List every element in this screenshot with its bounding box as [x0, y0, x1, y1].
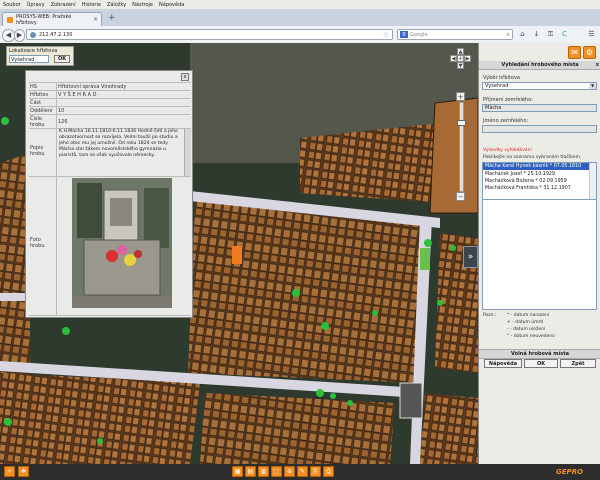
add-icon[interactable]: + — [4, 466, 15, 477]
cemetery-locator-select[interactable]: Vyšehrad — [9, 55, 49, 63]
chevron-down-icon: ▼ — [589, 83, 596, 89]
legend-item: * - datum narození — [507, 313, 550, 318]
cemetery-locator-label: Lokalizace hřbitova — [9, 48, 58, 54]
tool-2-icon[interactable]: ▤ — [245, 466, 256, 477]
search-input[interactable]: Google — [410, 32, 507, 38]
reload-icon[interactable]: C — [560, 30, 569, 39]
url-bar[interactable]: 212.47.2.130 ☆ — [26, 29, 393, 40]
menu-historie[interactable]: Historie — [79, 2, 104, 8]
google-icon: g — [400, 31, 408, 38]
pan-center-button[interactable]: ✛ — [457, 55, 464, 62]
panel-tool-icon[interactable]: ✉ — [568, 46, 581, 59]
result-item[interactable]: Macháčková Františka * 31.12.1907 — [483, 185, 590, 192]
tool-7-icon[interactable]: ⎘ — [310, 466, 321, 477]
panel-toggle-button[interactable]: » — [463, 246, 478, 268]
forward-button[interactable]: ▶ — [14, 29, 25, 42]
surname-field[interactable]: Mácha — [482, 104, 597, 112]
grave-info-popup: x HS Hřbitovní správa Vinohrady Hřbitov … — [25, 70, 193, 318]
tab-prosys[interactable]: PROSYS-WEB: Pražské hřbitovy × — [2, 12, 102, 26]
info-key: Číslo hrobu — [30, 116, 45, 128]
new-tab-button[interactable]: + — [108, 14, 116, 23]
info-row-popis: Popis hrobu K.H.Mácha 16.11.1810-6.11.18… — [29, 128, 191, 177]
results-list[interactable]: Mácha Karel Hynek básník * 07.05.1810 Ma… — [482, 162, 597, 200]
results-list-empty-area — [482, 200, 597, 310]
results-heading: Výsledky vyhledávání — [483, 148, 532, 153]
menu-napoveda[interactable]: Nápověda — [156, 2, 187, 8]
menu-zalozky[interactable]: Záložky — [104, 2, 129, 8]
surname-label: Příjmení zemřelého: — [483, 97, 533, 103]
legend-item: - - datum uložení — [507, 327, 546, 332]
search-icon[interactable]: ⌕ — [507, 31, 510, 39]
tool-8-icon[interactable]: ⎙ — [323, 466, 334, 477]
pan-up-button[interactable]: ▲ — [457, 48, 464, 55]
back-button-panel[interactable]: Zpět — [560, 359, 596, 368]
pan-down-button[interactable]: ▼ — [457, 62, 464, 69]
url-text: 212.47.2.130 — [39, 31, 73, 38]
legend-item: + - datum úmrtí — [507, 320, 544, 325]
cemetery-select-label: Výběr hřbitova — [483, 75, 520, 81]
move-icon[interactable]: ✥ — [18, 466, 29, 477]
legend-item: ° - datum neuvedeno — [507, 334, 555, 339]
firstname-field[interactable] — [482, 125, 597, 133]
home-icon[interactable]: ⌂ — [518, 30, 527, 39]
search-panel: ✉ ⚙ Vyhledání hrobového místa x Výběr hř… — [478, 43, 600, 464]
tool-3-icon[interactable]: ▥ — [258, 466, 269, 477]
map-pan-control: ▲ ◀ ✛ ▶ ▼ — [450, 48, 472, 70]
menu-nastroje[interactable]: Nástroje — [129, 2, 156, 8]
favicon-icon — [7, 16, 13, 23]
info-row-cislo: Číslo hrobu 126 — [29, 114, 191, 129]
popup-close-button[interactable]: x — [181, 73, 189, 81]
gepro-logo: GEPRO — [556, 468, 583, 476]
zoom-in-button[interactable]: + — [456, 92, 465, 101]
info-key: Foto hrobu — [30, 237, 45, 249]
zoom-slider-track[interactable] — [459, 102, 464, 192]
tool-4-icon[interactable]: ⬚ — [271, 466, 282, 477]
help-button[interactable]: Nápověda — [484, 359, 522, 368]
lock-icon[interactable]: ⚿ — [546, 30, 555, 39]
search-bar[interactable]: g Google ⌕ — [397, 29, 513, 40]
tool-1-icon[interactable]: ▦ — [232, 466, 243, 477]
ok-button[interactable]: OK — [524, 359, 558, 368]
tab-title: PROSYS-WEB: Pražské hřbitovy — [16, 13, 72, 26]
tab-close-icon[interactable]: × — [93, 16, 98, 23]
tool-5-icon[interactable]: ⊕ — [284, 466, 295, 477]
pan-right-button[interactable]: ▶ — [464, 55, 471, 62]
cemetery-select-value: Vyšehrad — [485, 83, 509, 89]
menu-zobrazeni[interactable]: Zobrazení — [48, 2, 79, 8]
panel-toolbar: ✉ ⚙ — [479, 43, 600, 61]
pan-left-button[interactable]: ◀ — [450, 55, 457, 62]
grave-photo — [72, 178, 172, 308]
results-scrollbar[interactable] — [589, 163, 596, 199]
result-item[interactable]: Macháčková Božena * 02.09.1959 — [483, 178, 590, 185]
legend-title: Pozn.: — [483, 313, 497, 318]
cemetery-locator-ok-button[interactable]: OK — [54, 55, 70, 63]
menu-upravy[interactable]: Úpravy — [24, 2, 48, 8]
zoom-out-button[interactable]: − — [456, 192, 465, 201]
panel-header: Vyhledání hrobového místa x — [479, 61, 600, 70]
map-zoom-control: + − — [456, 92, 466, 202]
result-item[interactable]: Macháček Josef * 25.10.1929 — [483, 171, 590, 178]
firstname-label: Jméno zemřelého: — [483, 118, 529, 124]
grave-description: K.H.Mácha 16.11.1810-6.11.1836 Hodně čet… — [59, 129, 178, 158]
cemetery-select[interactable]: Vyšehrad ▼ — [482, 82, 597, 90]
zoom-slider-handle[interactable] — [457, 120, 466, 126]
menu-icon[interactable]: ☰ — [587, 30, 596, 39]
globe-icon — [30, 31, 36, 38]
panel-close-button[interactable]: x — [596, 61, 599, 69]
info-value: 126 — [58, 119, 68, 125]
bookmark-star-icon[interactable]: ☆ — [383, 31, 389, 39]
panel-title: Vyhledání hrobového místa — [501, 62, 579, 68]
menu-soubor[interactable]: Soubor — [0, 2, 24, 8]
panel-settings-icon[interactable]: ⚙ — [583, 46, 596, 59]
download-icon[interactable]: ↓ — [532, 30, 541, 39]
free-graves-header[interactable]: Volná hrobová místa — [479, 349, 600, 359]
tool-6-icon[interactable]: ✎ — [297, 466, 308, 477]
info-key: Popis hrobu — [30, 145, 45, 157]
description-scrollbar[interactable] — [184, 129, 191, 177]
results-hint: Poklikejte na seznamu vybraném tlačíkem. — [483, 155, 582, 160]
result-item[interactable]: Mácha Karel Hynek básník * 07.05.1810 — [483, 163, 590, 170]
cemetery-locator: Lokalizace hřbitova Vyšehrad OK — [6, 46, 74, 66]
grave-photo-image — [72, 178, 172, 308]
